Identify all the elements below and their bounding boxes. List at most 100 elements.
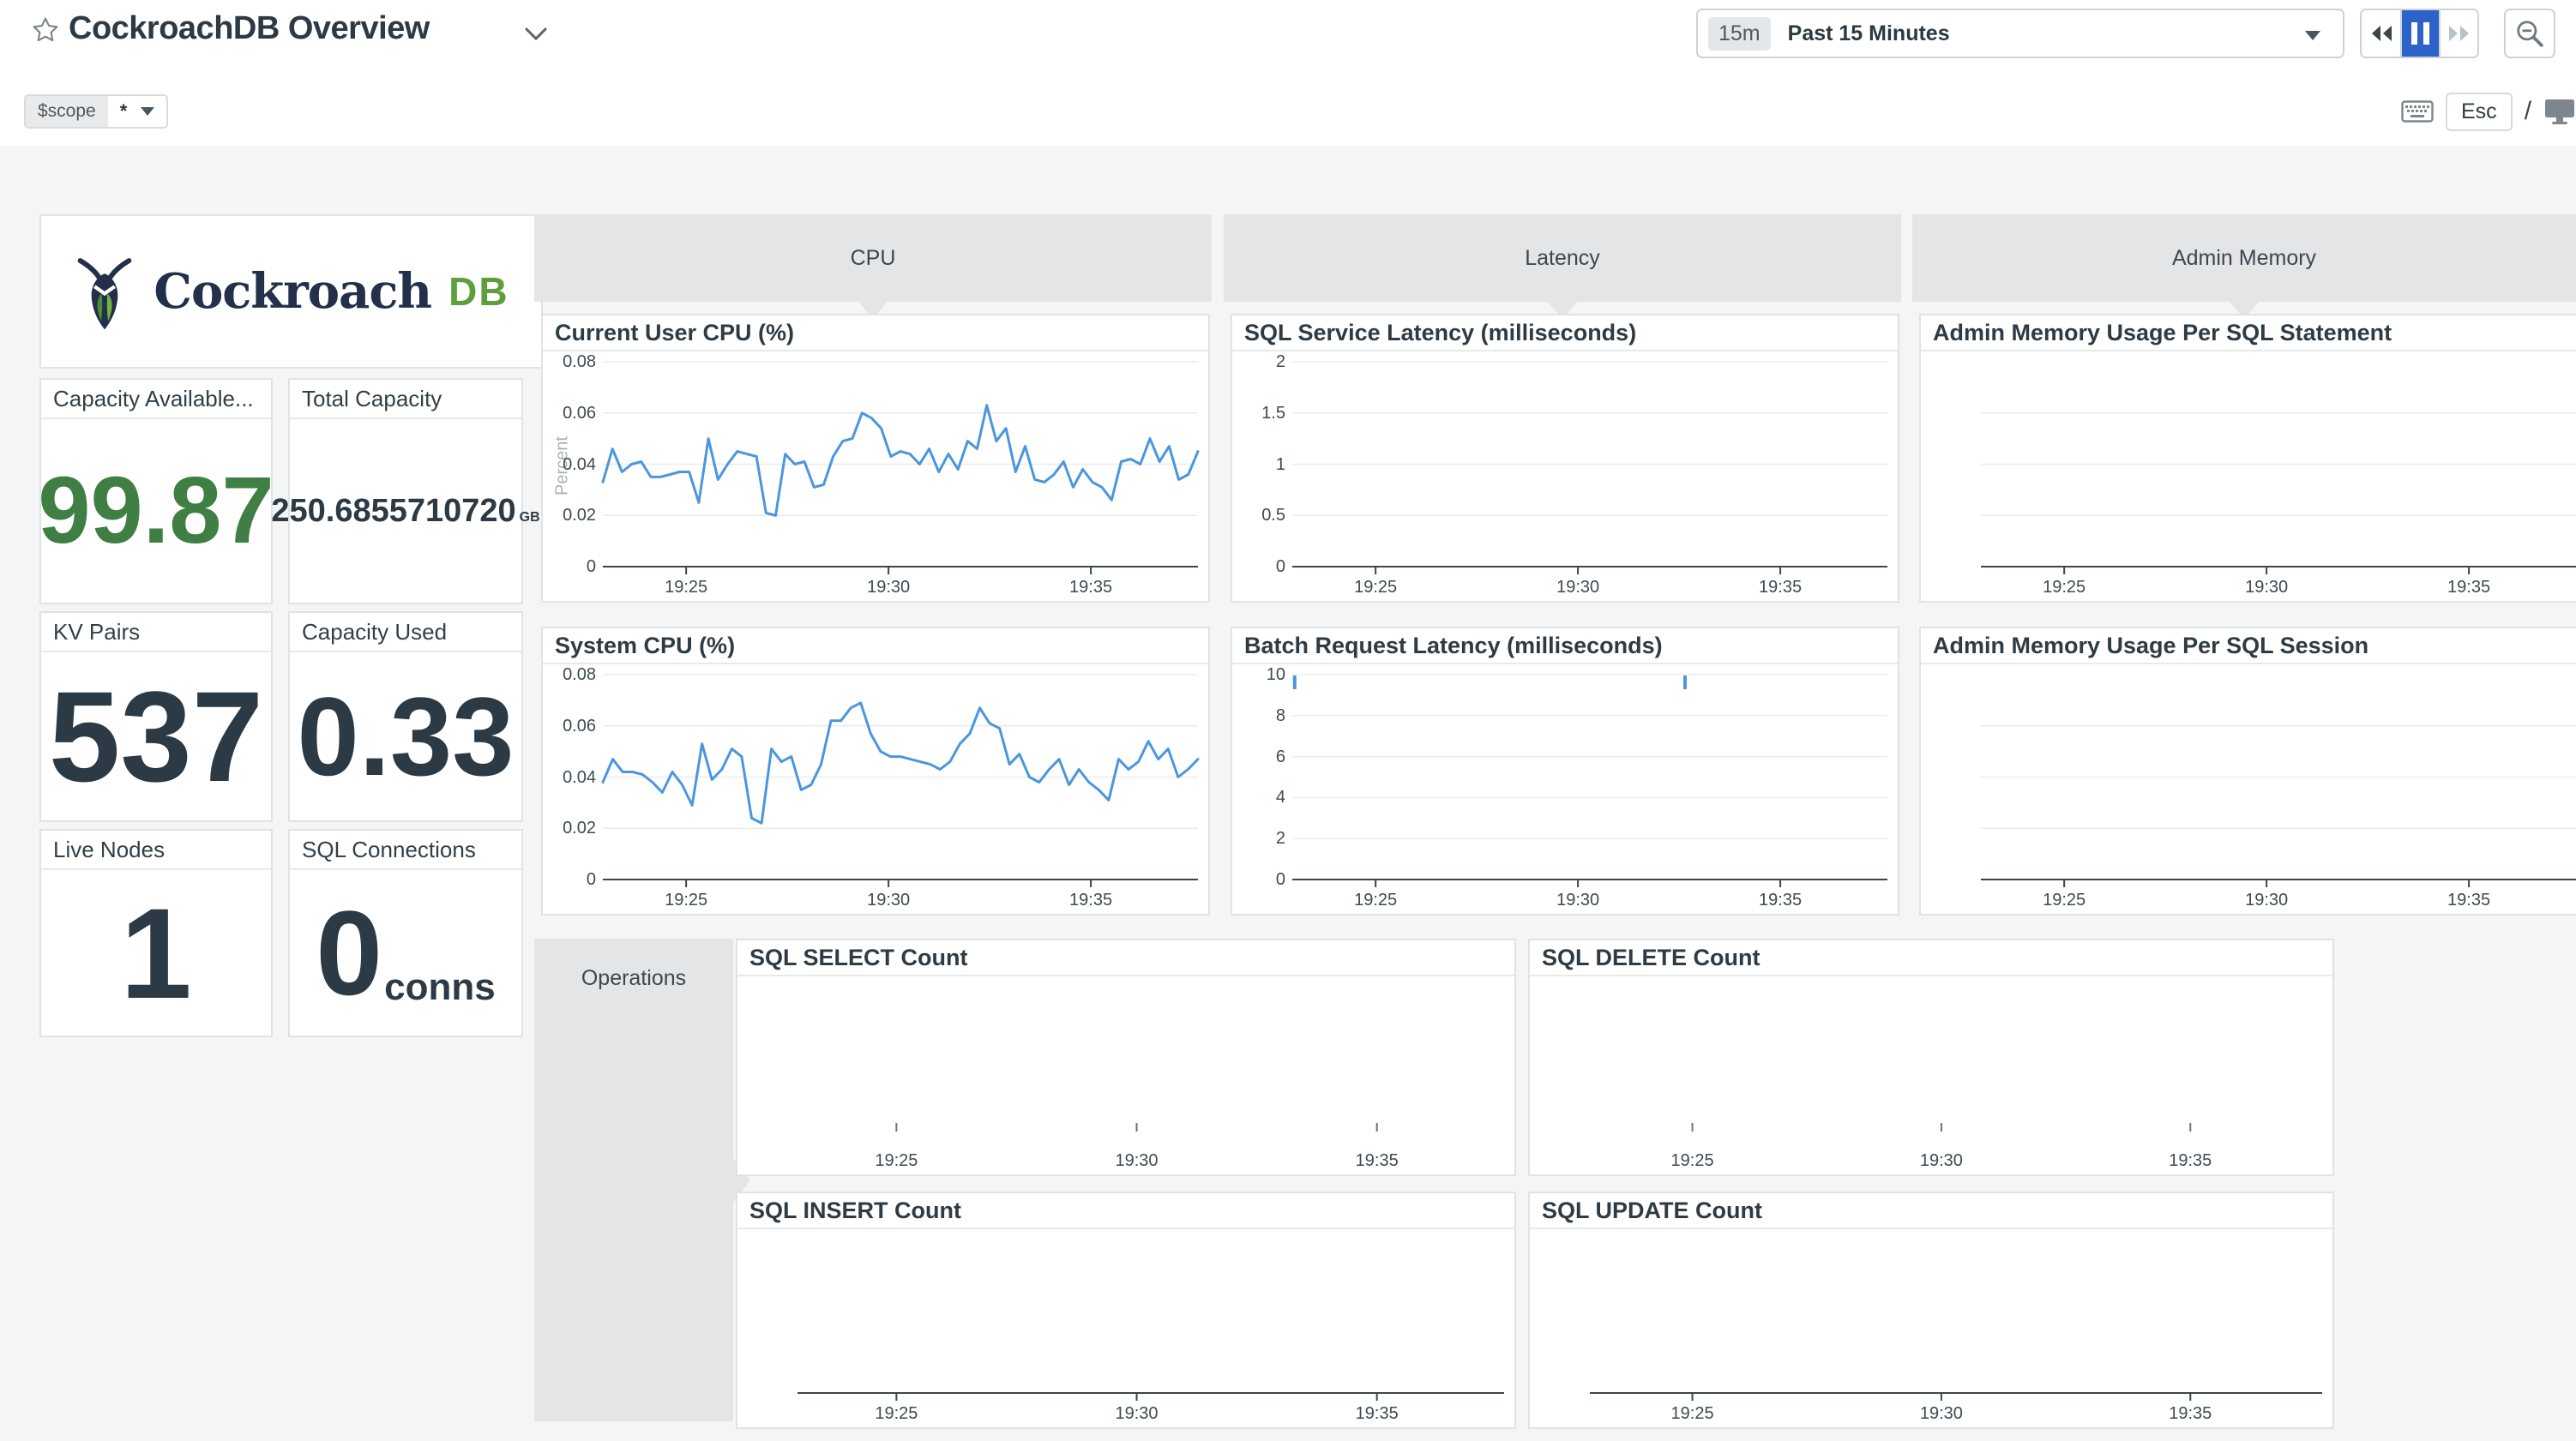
widget-current-user-cpu[interactable]: Current User CPU (%) Percent 00.020.040.… xyxy=(541,314,1210,603)
tile-number: 99.87 xyxy=(38,464,274,558)
playback-controls xyxy=(2360,9,2479,58)
x-tick-label: 19:35 xyxy=(1742,890,1819,910)
y-tick-label: 2 xyxy=(1225,828,1285,849)
fast-forward-button[interactable] xyxy=(2439,10,2477,57)
x-tick-label: 19:35 xyxy=(2152,1150,2229,1171)
tile-title: Total Capacity xyxy=(290,380,521,419)
x-tick-label: 19:25 xyxy=(647,890,725,910)
widget-sql-select-count[interactable]: SQL SELECT Count 19:2519:3019:35 xyxy=(736,939,1516,1176)
widget-sql-insert-count[interactable]: SQL INSERT Count 19:2519:3019:35 xyxy=(736,1192,1516,1429)
tile-capacity-available: Capacity Available... 99.87 xyxy=(39,378,273,604)
x-tick-label: 19:35 xyxy=(1052,577,1129,597)
y-tick-label: 1.5 xyxy=(1225,403,1285,423)
tile-title: KV Pairs xyxy=(41,613,271,652)
tile-total-capacity: Total Capacity 250.6855710720GB xyxy=(288,378,523,604)
group-header-cpu[interactable]: CPU xyxy=(534,214,1212,302)
tile-value: 250.6855710720GB xyxy=(290,419,521,603)
y-tick-label: 0.02 xyxy=(536,505,596,525)
tile-value: 99.87 xyxy=(41,419,271,603)
time-preset-badge: 15m xyxy=(1708,17,1771,51)
tile-number: 0 xyxy=(316,893,382,1013)
x-tick-label: 19:35 xyxy=(2152,1403,2229,1424)
logo-word: Cockroach xyxy=(153,263,431,320)
tile-number: 1 xyxy=(120,889,191,1018)
widget-admin-memory-per-sql-session[interactable]: Admin Memory Usage Per SQL Session 19:25… xyxy=(1919,627,2576,916)
y-tick-label: 10 xyxy=(1225,664,1285,685)
x-tick-label: 19:25 xyxy=(1337,890,1414,910)
tile-number: 0.33 xyxy=(297,681,514,792)
pause-icon xyxy=(2411,22,2429,45)
x-tick-label: 19:30 xyxy=(2228,577,2305,597)
group-header-latency[interactable]: Latency xyxy=(1224,214,1901,302)
x-tick-label: 19:35 xyxy=(1339,1403,1416,1424)
y-tick-label: 0.04 xyxy=(536,767,596,788)
cockroachdb-logo-widget: Cockroach DB xyxy=(39,214,543,369)
group-label: Latency xyxy=(1525,246,1600,271)
dashboard-page: CockroachDB Overview 15m Past 15 Minutes xyxy=(0,0,2576,1441)
widget-sql-delete-count[interactable]: SQL DELETE Count 19:2519:3019:35 xyxy=(1528,939,2334,1176)
y-tick-label: 0.02 xyxy=(536,818,596,838)
group-label: CPU xyxy=(851,246,896,271)
shortcut-hints: Esc / xyxy=(2401,89,2576,134)
template-variable-scope[interactable]: $scope * xyxy=(24,94,168,129)
widget-sql-update-count[interactable]: SQL UPDATE Count 19:2519:3019:35 xyxy=(1528,1192,2334,1429)
tile-title: Capacity Used xyxy=(290,613,521,652)
y-tick-label: 2 xyxy=(1225,351,1285,372)
template-variable-selected: * xyxy=(120,100,128,123)
keyboard-icon xyxy=(2401,100,2434,123)
tile-capacity-used: Capacity Used 0.33 xyxy=(288,611,523,822)
x-tick-label: 19:30 xyxy=(1903,1150,1980,1171)
tile-title: Capacity Available... xyxy=(41,380,271,419)
y-tick-label: 0.06 xyxy=(536,403,596,423)
x-tick-label: 19:25 xyxy=(647,577,725,597)
chart-plot-area: Percent 00.020.040.060.0819:2519:3019:35 xyxy=(543,351,1208,601)
tile-value: 537 xyxy=(41,652,271,820)
favorite-star-icon[interactable] xyxy=(31,15,60,45)
dashboard-canvas: Cockroach DB Capacity Available... 99.87… xyxy=(0,146,2576,1441)
widget-system-cpu[interactable]: System CPU (%) 00.020.040.060.0819:2519:… xyxy=(541,627,1210,916)
group-label: Operations xyxy=(534,966,733,991)
slash-separator: / xyxy=(2525,97,2531,126)
cockroach-bug-icon xyxy=(73,252,136,331)
chart-plot-area: 19:25 19:30 19:35 xyxy=(1530,976,2332,1174)
group-header-admin-memory[interactable]: Admin Memory xyxy=(1912,214,2576,302)
x-tick-label: 19:25 xyxy=(1654,1403,1731,1424)
x-tick-label: 19:30 xyxy=(850,890,927,910)
x-tick-label: 19:30 xyxy=(850,577,927,597)
chart-title: Current User CPU (%) xyxy=(543,315,1208,351)
chart-title: Batch Request Latency (milliseconds) xyxy=(1232,628,1898,664)
chart-title: Admin Memory Usage Per SQL Session xyxy=(1921,628,2576,664)
x-tick-label: 19:30 xyxy=(2228,890,2305,910)
chart-title: Admin Memory Usage Per SQL Statement xyxy=(1921,315,2576,351)
pause-button[interactable] xyxy=(2400,10,2439,57)
zoom-out-icon xyxy=(2515,19,2544,48)
group-header-operations[interactable]: Operations xyxy=(534,939,733,1421)
x-tick-label: 19:35 xyxy=(2430,890,2507,910)
y-tick-label: 8 xyxy=(1225,705,1285,726)
tile-number: 537 xyxy=(49,672,263,801)
zoom-out-button[interactable] xyxy=(2504,9,2555,58)
tile-value: 0conns xyxy=(290,870,521,1036)
x-tick-label: 19:30 xyxy=(1539,577,1616,597)
widget-batch-request-latency[interactable]: Batch Request Latency (milliseconds) 024… xyxy=(1231,627,1899,916)
chart-plot-area: 19:2519:3019:35 xyxy=(1530,1229,2332,1427)
x-tick-label: 19:35 xyxy=(1339,1150,1416,1171)
x-tick-label: 19:25 xyxy=(858,1150,935,1171)
chart-plot-area: 00.020.040.060.0819:2519:3019:35 xyxy=(543,664,1208,914)
top-bar: CockroachDB Overview 15m Past 15 Minutes xyxy=(0,0,2576,146)
chart-title: SQL UPDATE Count xyxy=(1530,1193,2332,1229)
chart-plot-area: 19:2519:3019:35 xyxy=(737,1229,1514,1427)
tile-title: SQL Connections xyxy=(290,831,521,870)
tv-screen-icon[interactable] xyxy=(2543,98,2576,125)
time-range-picker[interactable]: 15m Past 15 Minutes xyxy=(1696,9,2344,58)
tile-value: 1 xyxy=(41,870,271,1036)
widget-admin-memory-per-sql-statement[interactable]: Admin Memory Usage Per SQL Statement 19:… xyxy=(1919,314,2576,603)
x-tick-label: 19:25 xyxy=(1654,1150,1731,1171)
title-chevron-down-icon[interactable] xyxy=(525,27,547,43)
y-tick-label: 1 xyxy=(1225,454,1285,475)
widget-sql-service-latency[interactable]: SQL Service Latency (milliseconds) 00.51… xyxy=(1231,314,1899,603)
rewind-button[interactable] xyxy=(2362,10,2400,57)
y-tick-label: 0.5 xyxy=(1225,505,1285,525)
group-label: Admin Memory xyxy=(2172,246,2316,271)
tile-title: Live Nodes xyxy=(41,831,271,870)
